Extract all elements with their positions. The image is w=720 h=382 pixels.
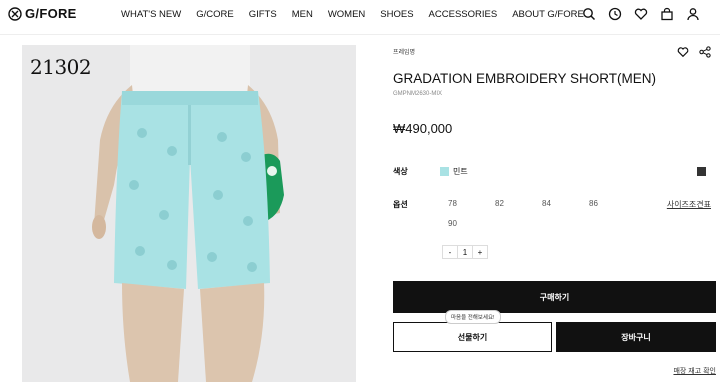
product-price: ₩490,000 [393, 121, 453, 136]
bag-icon[interactable] [660, 7, 674, 21]
header-icons [570, 7, 700, 21]
share-icon[interactable] [699, 45, 711, 58]
nav-item-women[interactable]: WOMEN [328, 9, 365, 20]
size-option[interactable]: 86 [589, 199, 598, 208]
nav-item-men[interactable]: MEN [292, 9, 313, 20]
nav-item-accessories[interactable]: ACCESSORIES [429, 9, 498, 20]
shorts-photo-illustration [92, 45, 284, 382]
size-option[interactable]: 84 [542, 199, 551, 208]
color-swatch[interactable] [440, 167, 449, 176]
qty-plus-button[interactable]: + [473, 246, 487, 258]
user-icon[interactable] [686, 7, 700, 21]
header-divider [0, 34, 720, 35]
size-option[interactable]: 90 [448, 219, 457, 228]
add-to-cart-button[interactable]: 장바구니 [556, 322, 716, 352]
buy-now-button[interactable]: 구매하기 [393, 281, 716, 313]
option-label: 옵션 [393, 200, 408, 209]
size-guide-link[interactable]: 사이즈조견표 [667, 199, 711, 210]
product-title: GRADATION EMBROIDERY SHORT(MEN) [393, 71, 657, 86]
gift-tooltip: 마음을 전해보세요! [445, 310, 501, 324]
product-image[interactable]: 21302 [22, 45, 356, 382]
product-actions [667, 45, 711, 58]
color-name: 민트 [453, 167, 468, 176]
heart-icon[interactable] [634, 7, 648, 21]
nav-item-shoes[interactable]: SHOES [380, 9, 413, 20]
brand-logo[interactable]: G/FORE [8, 6, 77, 21]
color-label: 색상 [393, 167, 408, 176]
logo-text: G/FORE [25, 6, 77, 21]
qty-minus-button[interactable]: - [443, 246, 457, 258]
main-nav: WHAT'S NEW G/CORE GIFTS MEN WOMEN SHOES … [121, 9, 599, 20]
store-stock-link[interactable]: 매장 재고 확인 [673, 366, 716, 376]
nav-item-g-core[interactable]: G/CORE [196, 9, 233, 20]
clock-icon[interactable] [608, 7, 622, 21]
search-icon[interactable] [582, 7, 596, 21]
size-option[interactable]: 78 [448, 199, 457, 208]
photo-id-label: 21302 [30, 55, 92, 79]
qty-value[interactable]: 1 [457, 246, 473, 258]
logo-mark-icon [8, 6, 22, 21]
color-thumbnail-icon[interactable] [697, 167, 706, 176]
nav-item-gifts[interactable]: GIFTS [249, 9, 277, 20]
product-code: GMPNM2630-MIX [393, 91, 443, 97]
site-header: G/FORE WHAT'S NEW G/CORE GIFTS MEN WOMEN… [0, 0, 720, 30]
size-option[interactable]: 82 [495, 199, 504, 208]
nav-item-whats-new[interactable]: WHAT'S NEW [121, 9, 181, 20]
gift-button[interactable]: 선물하기 [393, 322, 552, 352]
wishlist-heart-icon[interactable] [677, 45, 689, 58]
quantity-stepper: - 1 + [442, 245, 488, 259]
product-brand: 프레임명 [393, 50, 416, 56]
